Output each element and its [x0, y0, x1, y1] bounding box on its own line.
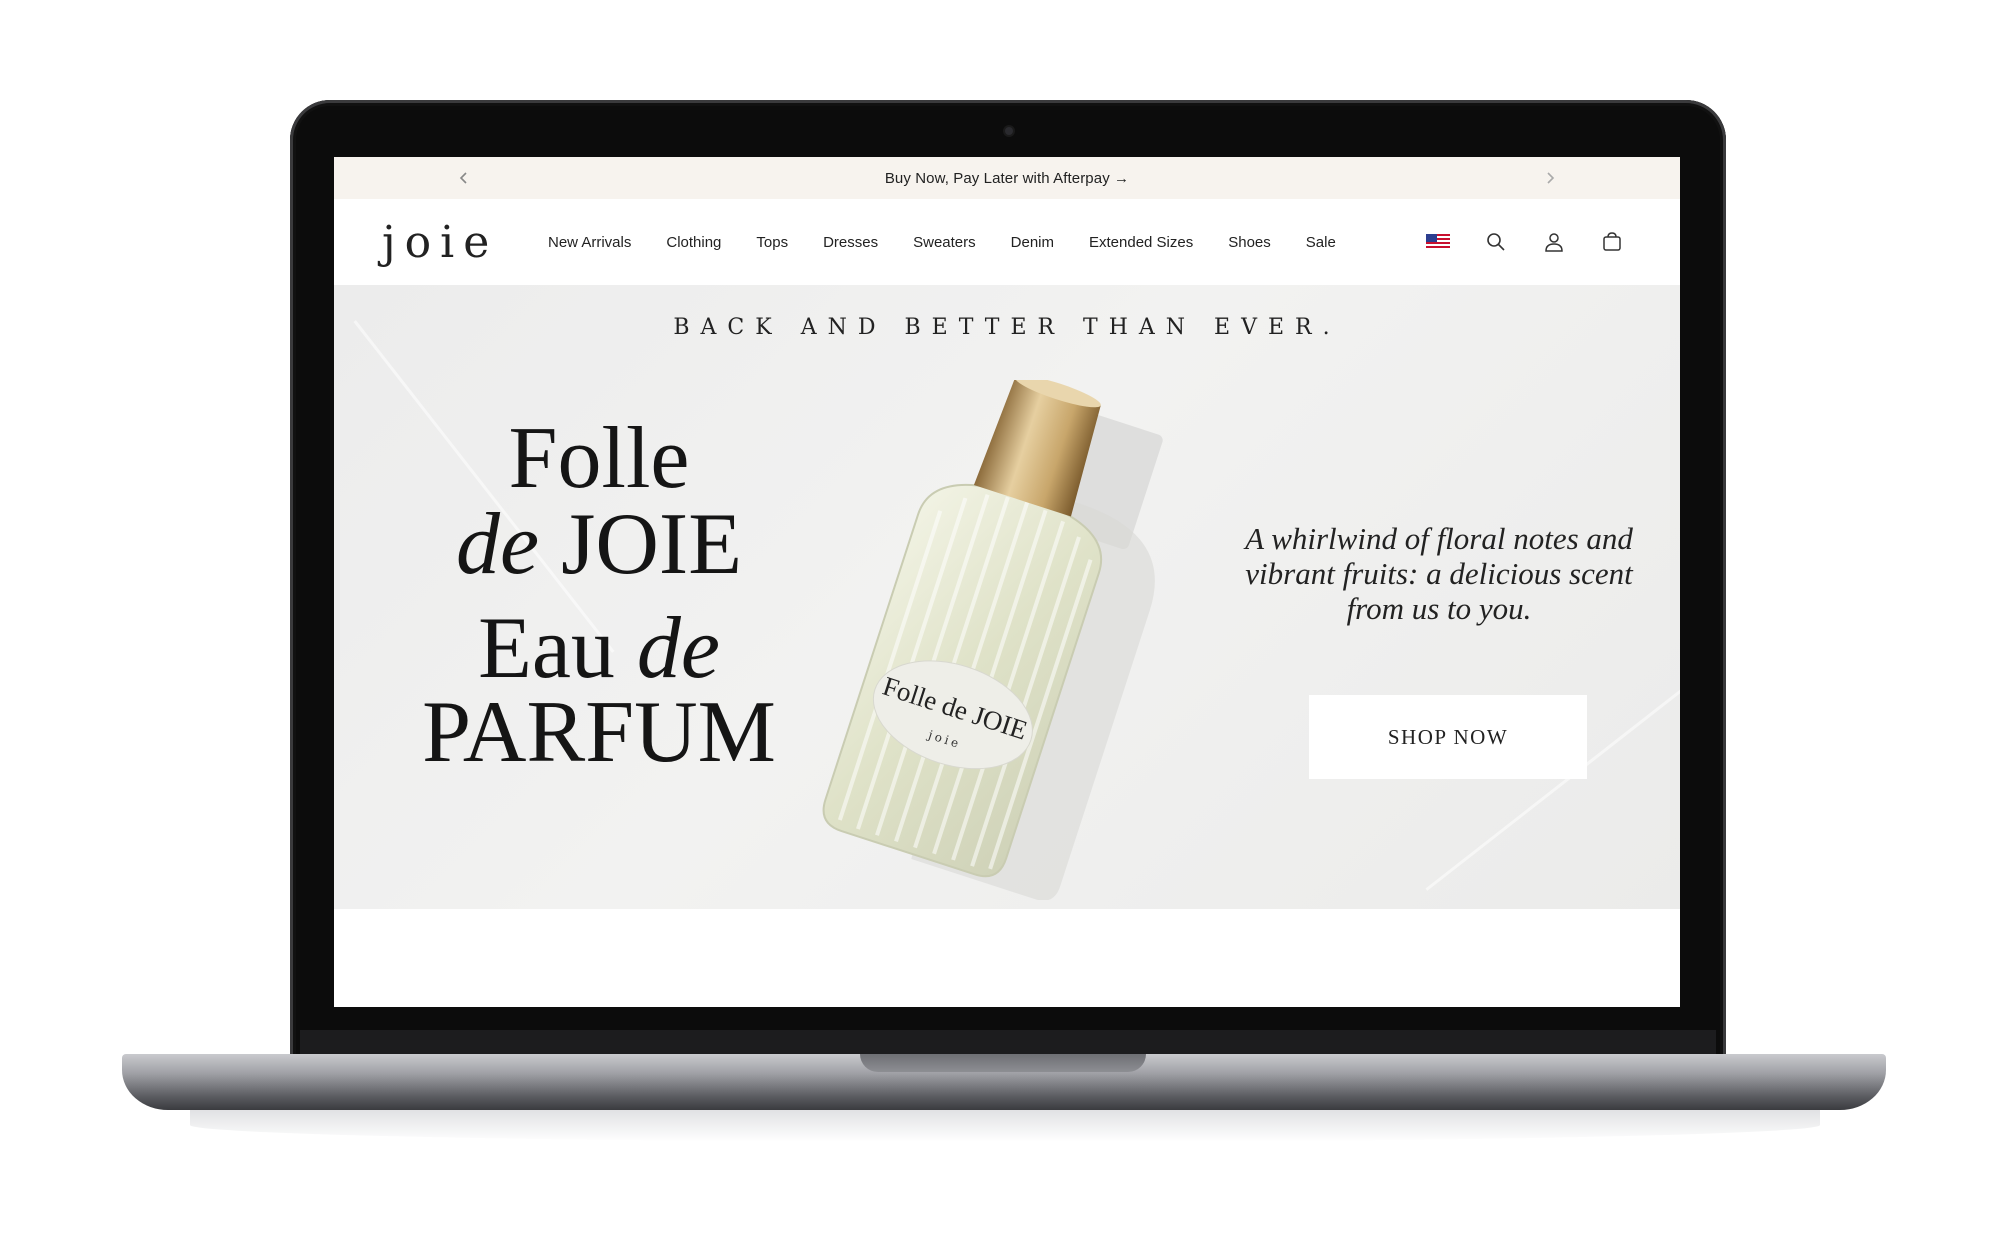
headline-line-3: Eau de [389, 605, 809, 693]
chevron-right-icon[interactable] [1530, 157, 1570, 199]
camera-icon [1005, 127, 1013, 135]
nav-item-sale[interactable]: Sale [1306, 234, 1336, 251]
hero-description: A whirlwind of floral notes and vibrant … [1245, 521, 1633, 627]
content-below-hero [334, 909, 1680, 1007]
nav-item-dresses[interactable]: Dresses [823, 234, 878, 251]
headline-joie: JOIE [539, 496, 742, 593]
announcement-bar: Buy Now, Pay Later with Afterpay → [334, 157, 1680, 199]
headline-eau: Eau [478, 600, 637, 697]
nav-item-sweaters[interactable]: Sweaters [913, 234, 976, 251]
headline-line-2: de JOIE [389, 501, 809, 589]
nav-item-extended-sizes[interactable]: Extended Sizes [1089, 234, 1193, 251]
nav-item-new-arrivals[interactable]: New Arrivals [548, 234, 631, 251]
browser-screen: Buy Now, Pay Later with Afterpay → joie … [334, 157, 1680, 1007]
chevron-left-icon[interactable] [444, 157, 484, 199]
nav-item-denim[interactable]: Denim [1011, 234, 1054, 251]
nav-item-tops[interactable]: Tops [756, 234, 788, 251]
shop-now-button[interactable]: SHOP NOW [1309, 695, 1587, 779]
account-icon[interactable] [1542, 230, 1566, 254]
nav-item-shoes[interactable]: Shoes [1228, 234, 1271, 251]
headline-line-4: PARFUM [422, 684, 776, 781]
headline-de-2: de [636, 600, 720, 697]
hero-banner: BACK AND BETTER THAN EVER. Folle de JOIE… [334, 285, 1680, 909]
laptop-shadow [190, 1108, 1820, 1142]
utility-icons [1426, 199, 1624, 285]
search-icon[interactable] [1484, 230, 1508, 254]
perfume-bottle-image: Folle de JOIE joie [822, 380, 1163, 900]
laptop-hinge [300, 1030, 1716, 1056]
nav-item-clothing[interactable]: Clothing [666, 234, 721, 251]
headline-de-1: de [456, 496, 540, 593]
us-flag-icon[interactable] [1426, 230, 1450, 254]
hero-headline: Folle de JOIE Eau de PARFUM [389, 415, 809, 777]
brand-logo[interactable]: joie [382, 217, 498, 268]
announcement-text[interactable]: Buy Now, Pay Later with Afterpay → [885, 170, 1129, 187]
nav-menu: New Arrivals Clothing Tops Dresses Sweat… [548, 199, 1371, 285]
laptop-notch [860, 1054, 1146, 1072]
cart-icon[interactable] [1600, 230, 1624, 254]
hero-tagline: BACK AND BETTER THAN EVER. [673, 315, 1341, 340]
main-nav: joie New Arrivals Clothing Tops Dresses … [334, 199, 1680, 285]
headline-line-1: Folle [508, 410, 690, 507]
